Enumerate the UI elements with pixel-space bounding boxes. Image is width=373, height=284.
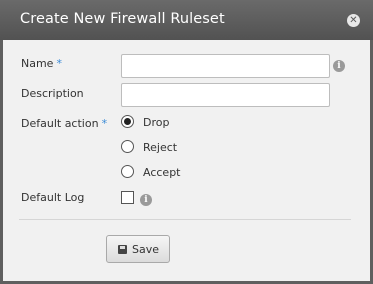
default-log-label: Default Log [21, 191, 85, 204]
required-marker: * [101, 117, 108, 130]
description-input[interactable] [121, 83, 330, 107]
radio-label-drop: Drop [143, 116, 170, 129]
radio-label-accept: Accept [143, 166, 181, 179]
info-icon[interactable]: i [333, 60, 345, 72]
default-log-checkbox[interactable] [121, 191, 134, 204]
name-input[interactable] [121, 54, 330, 78]
radio-label-reject: Reject [143, 141, 178, 154]
save-label: Save [132, 243, 160, 256]
dialog-title: Create New Firewall Ruleset [20, 11, 225, 27]
radio-drop[interactable] [121, 115, 134, 128]
required-marker: * [56, 57, 62, 70]
info-icon[interactable]: i [140, 194, 152, 206]
default-action-label: Default action * [21, 117, 108, 130]
radio-reject[interactable] [121, 140, 134, 153]
floppy-disk-icon [118, 245, 127, 254]
divider [19, 219, 351, 220]
save-button[interactable]: Save [106, 235, 170, 263]
dialog-titlebar[interactable]: Create New Firewall Ruleset ✕ [0, 0, 373, 40]
create-ruleset-dialog: Create New Firewall Ruleset ✕ Name * i De… [0, 0, 373, 284]
name-label: Name * [21, 57, 62, 70]
radio-accept[interactable] [121, 165, 134, 178]
close-icon[interactable]: ✕ [347, 14, 360, 27]
description-label: Description [21, 87, 84, 100]
